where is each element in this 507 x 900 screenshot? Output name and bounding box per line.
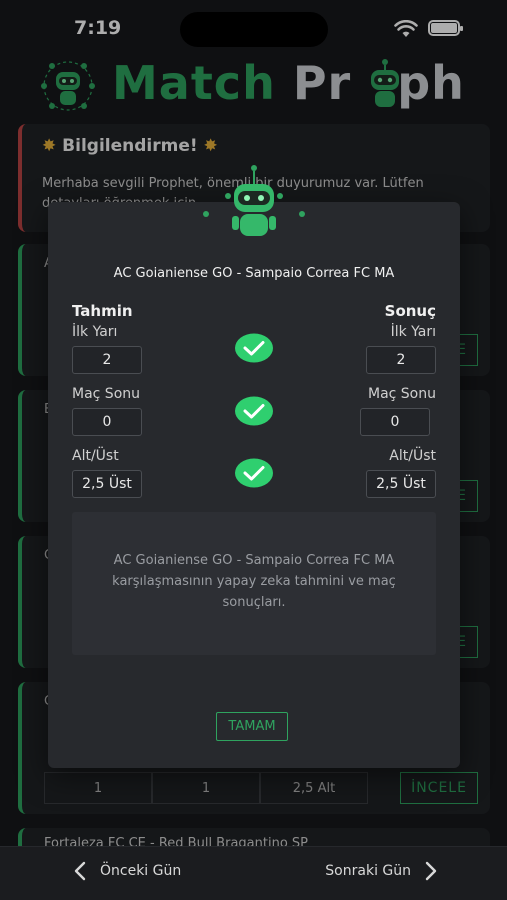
ok-button[interactable]: TAMAM — [216, 712, 288, 741]
full-time-prediction: 0 — [72, 408, 142, 436]
first-half-label: İlk Yarı — [72, 324, 118, 340]
check-circle-icon — [235, 333, 273, 363]
first-half-result: 2 — [366, 346, 436, 374]
check-circle-icon — [235, 396, 273, 426]
bottom-nav: Önceki Gün Sonraki Gün — [0, 846, 507, 900]
full-time-result-label: Maç Sonu — [367, 386, 436, 402]
modal-description: AC Goianiense GO - Sampaio Correa FC MA … — [72, 512, 436, 655]
chevron-right-icon — [425, 861, 437, 881]
full-time-label: Maç Sonu — [72, 386, 141, 402]
next-day-label: Sonraki Gün — [325, 863, 411, 879]
result-header: Sonuç — [384, 302, 436, 320]
match-result-modal: AC Goianiense GO - Sampaio Correa FC MA … — [48, 165, 460, 768]
over-under-result: 2,5 Üst — [366, 470, 436, 498]
next-day-button[interactable]: Sonraki Gün — [325, 861, 437, 881]
previous-day-button[interactable]: Önceki Gün — [74, 861, 181, 881]
chevron-left-icon — [74, 861, 86, 881]
first-half-prediction: 2 — [72, 346, 142, 374]
over-under-result-label: Alt/Üst — [389, 448, 436, 464]
full-time-result: 0 — [360, 408, 430, 436]
check-circle-icon — [235, 458, 273, 488]
previous-day-label: Önceki Gün — [100, 863, 182, 879]
prediction-header: Tahmin — [72, 302, 133, 320]
modal-match-title: AC Goianiense GO - Sampaio Correa FC MA — [113, 266, 395, 281]
first-half-result-label: İlk Yarı — [390, 324, 436, 340]
over-under-label: Alt/Üst — [72, 448, 119, 464]
over-under-prediction: 2,5 Üst — [72, 470, 142, 498]
robot-mascot-icon — [203, 165, 305, 236]
